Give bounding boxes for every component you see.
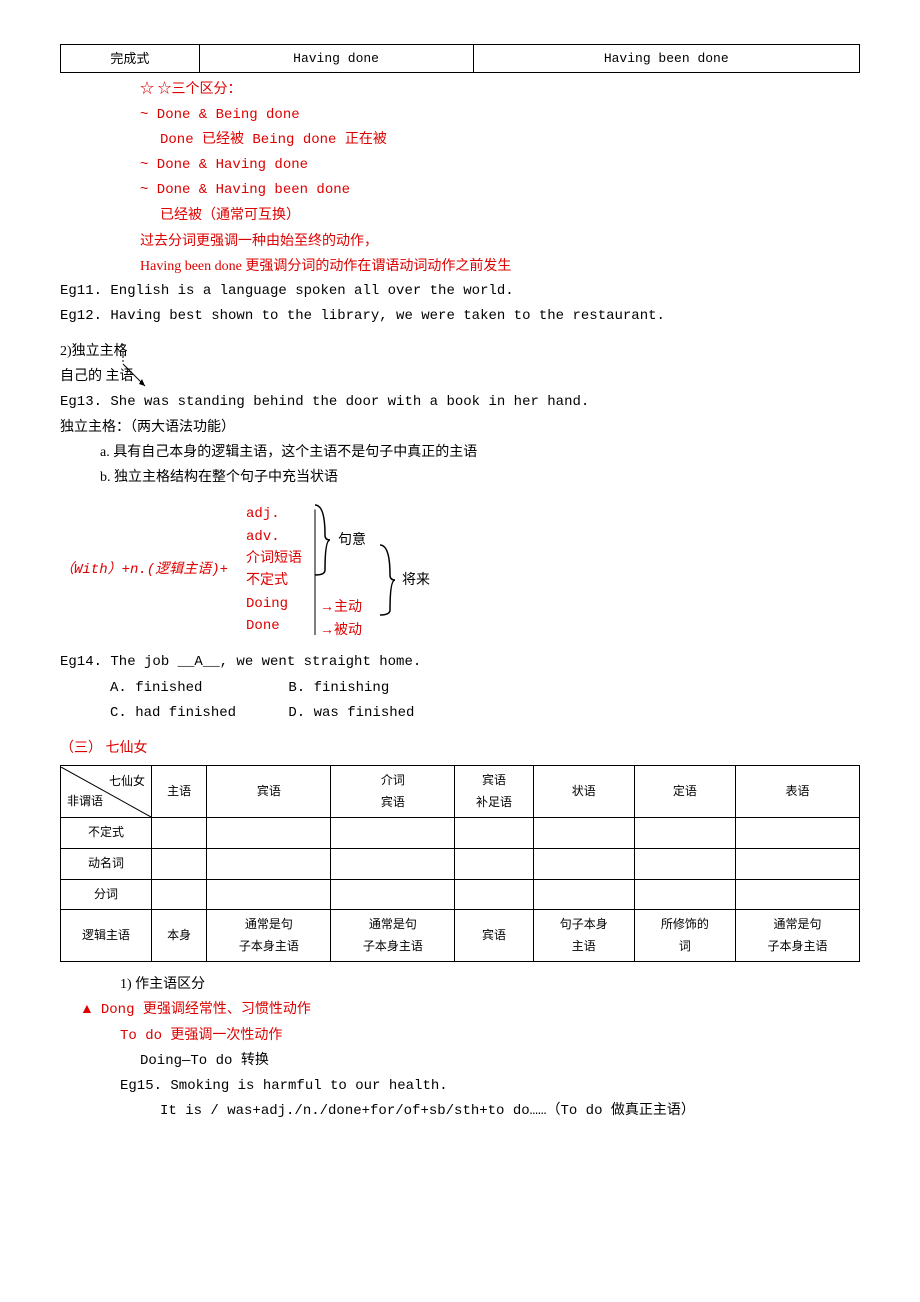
table-cell — [152, 818, 207, 849]
table-cell: 本身 — [152, 910, 207, 962]
eg14b: B. finishing — [288, 680, 389, 696]
struct-left: （With）+n.(逻辑主语)+ — [60, 558, 228, 583]
table-cell: 句子本身主语 — [533, 910, 634, 962]
table-cell — [735, 818, 859, 849]
table-cell: 通常是句子本身主语 — [207, 910, 331, 962]
eg11: Eg11. English is a language spoken all o… — [60, 279, 860, 304]
table-cell — [634, 818, 735, 849]
eg14c: C. had finished — [110, 701, 280, 726]
triangle-icon: ▲ — [80, 1002, 94, 1017]
struct-r1a: 句意 — [338, 528, 366, 553]
eg14: Eg14. The job __A__, we went straight ho… — [60, 650, 860, 675]
table-cell: 通常是句子本身主语 — [735, 910, 859, 962]
dist1b: Done 已经被 Being done 正在被 — [160, 128, 860, 153]
dist1a: ~ Done & Being done — [140, 103, 860, 128]
zhuyu-l1: Dong 更强调经常性、习惯性动作 — [101, 1002, 311, 1018]
table-cell — [331, 848, 455, 879]
sec2-b: b. 独立主格结构在整个句子中充当状语 — [100, 465, 860, 490]
struct-arrow2: →被动 — [320, 618, 362, 643]
qixian-table: 七仙女 非谓语 主语宾语介词宾语宾语补足语状语定语表语 不定式动名词分词逻辑主语… — [60, 765, 860, 962]
header-c1: 完成式 — [61, 45, 200, 73]
table-row-label: 动名词 — [61, 848, 152, 879]
diag-cell: 七仙女 非谓语 — [61, 767, 151, 817]
table-row-label: 分词 — [61, 879, 152, 910]
dist3b: 已经被（通常可互换） — [160, 203, 860, 228]
eg14a: A. finished — [110, 676, 280, 701]
table-header: 介词宾语 — [331, 766, 455, 818]
sec2-title: 2)独立主格 — [60, 339, 860, 364]
table-header: 状语 — [533, 766, 634, 818]
table-cell — [207, 848, 331, 879]
dist3a: ~ Done & Having been done — [140, 178, 860, 203]
struct-items: adj.adv.介词短语不定式DoingDone — [246, 503, 302, 637]
sec3-title: （三） 七仙女 — [60, 736, 860, 761]
struct-item: Done — [246, 615, 302, 637]
table-cell — [455, 818, 533, 849]
struct-item: 介词短语 — [246, 548, 302, 570]
struct-r1b: 将来 — [402, 568, 430, 593]
struct-item: Doing — [246, 593, 302, 615]
dist2: ~ Done & Having done — [140, 153, 860, 178]
struct-item: adv. — [246, 526, 302, 548]
table-cell — [455, 879, 533, 910]
zhuyu-l3: Doing—To do 转换 — [140, 1049, 860, 1074]
table-cell — [152, 848, 207, 879]
table-cell — [533, 848, 634, 879]
table-row-label: 逻辑主语 — [61, 910, 152, 962]
table-cell — [152, 879, 207, 910]
struct-item: 不定式 — [246, 570, 302, 592]
table-cell — [533, 818, 634, 849]
table-cell: 所修饰的词 — [634, 910, 735, 962]
zhuyu-l2: To do 更强调一次性动作 — [120, 1024, 860, 1049]
sec2-def: 独立主格：（两大语法功能） — [60, 415, 860, 440]
sec2-sub: 自己的 主语 — [60, 364, 860, 389]
structure-block: （With）+n.(逻辑主语)+ adj.adv.介词短语不定式DoingDon… — [60, 500, 860, 640]
dist-note2: Having been done 更强调分词的动作在谓语动词动作之前发生 — [140, 254, 860, 279]
eg15b: It is / was+adj./n./done+for/of+sb/sth+t… — [160, 1099, 860, 1124]
table-row-label: 不定式 — [61, 818, 152, 849]
table-cell — [207, 879, 331, 910]
dist-note1: 过去分词更强调一种由始至终的动作， — [140, 229, 860, 254]
eg12: Eg12. Having best shown to the library, … — [60, 304, 860, 329]
diag-top: 七仙女 — [109, 771, 145, 793]
table-cell — [735, 879, 859, 910]
header-table: 完成式 Having done Having been done — [60, 44, 860, 73]
table-header: 宾语 — [207, 766, 331, 818]
header-c3: Having been done — [473, 45, 860, 73]
table-cell — [634, 848, 735, 879]
table-cell — [455, 848, 533, 879]
table-header: 宾语补足语 — [455, 766, 533, 818]
zhuyu-title: 1) 作主语区分 — [120, 972, 860, 997]
header-c2: Having done — [199, 45, 473, 73]
diag-bot: 非谓语 — [67, 791, 103, 813]
arrow-icon — [115, 344, 155, 394]
table-cell — [634, 879, 735, 910]
table-cell — [735, 848, 859, 879]
table-header: 定语 — [634, 766, 735, 818]
table-header: 主语 — [152, 766, 207, 818]
sec2-a: a. 具有自己本身的逻辑主语，这个主语不是句子中真正的主语 — [100, 440, 860, 465]
table-cell — [331, 879, 455, 910]
struct-item: adj. — [246, 503, 302, 525]
eg13: Eg13. She was standing behind the door w… — [60, 390, 860, 415]
dist-title: ☆ ☆三个区分： — [140, 77, 860, 102]
table-cell — [533, 879, 634, 910]
eg14d: D. was finished — [288, 705, 414, 721]
eg15: Eg15. Smoking is harmful to our health. — [120, 1074, 860, 1099]
table-cell: 通常是句子本身主语 — [331, 910, 455, 962]
struct-arrow1: →主动 — [320, 595, 362, 620]
table-cell — [331, 818, 455, 849]
table-header: 表语 — [735, 766, 859, 818]
table-cell — [207, 818, 331, 849]
table-cell: 宾语 — [455, 910, 533, 962]
